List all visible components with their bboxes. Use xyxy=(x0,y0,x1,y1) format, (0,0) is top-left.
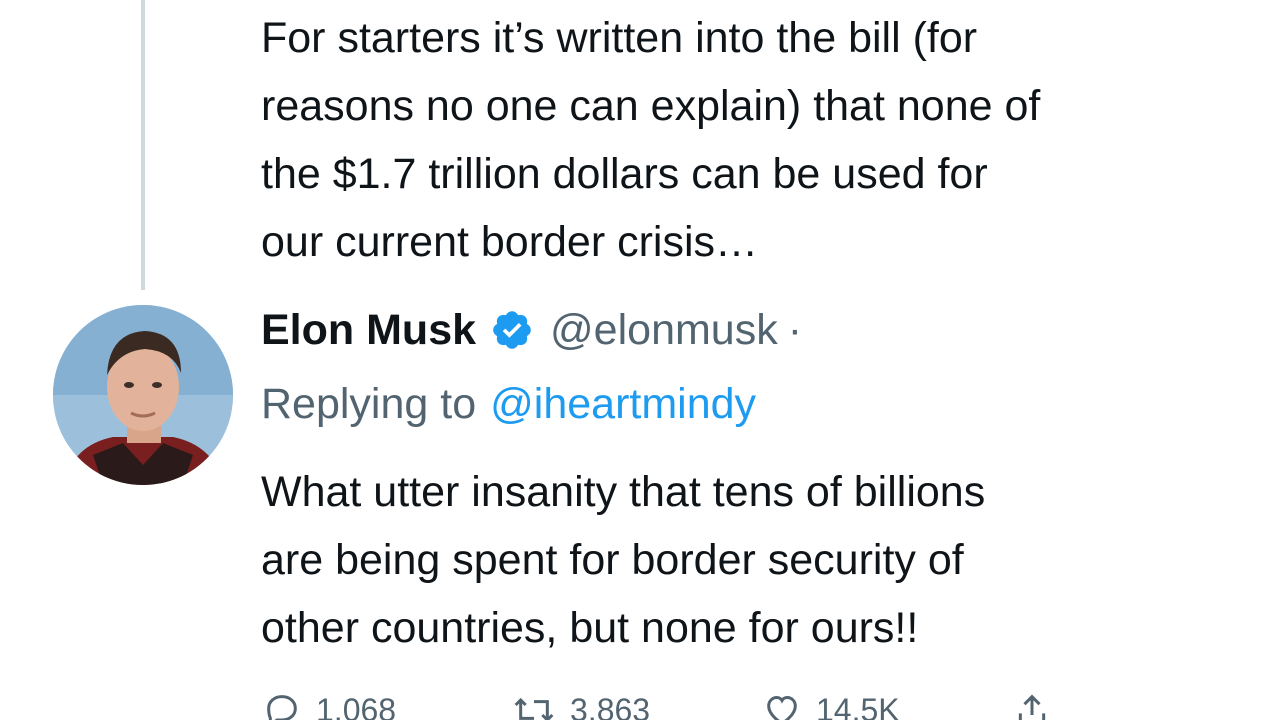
tweet-text: What utter insanity that tens of billion… xyxy=(261,468,986,652)
author-handle[interactable]: @elonmusk xyxy=(550,306,778,355)
tweet-header: Elon Musk @elonmusk · xyxy=(261,296,802,364)
reply-count: 1,068 xyxy=(316,691,397,720)
tweet-thread-view: For starters it’s written into the bill … xyxy=(0,0,1280,720)
replying-to-line: Replying to @iheartmindy xyxy=(261,370,756,438)
replying-to-label: Replying to xyxy=(261,379,477,428)
author-display-name[interactable]: Elon Musk xyxy=(261,306,476,355)
retweet-button[interactable]: 3,863 xyxy=(512,690,762,720)
reply-icon xyxy=(267,695,297,720)
avatar[interactable] xyxy=(53,305,233,485)
like-button[interactable]: 14.5K xyxy=(762,690,1012,720)
heart-icon xyxy=(767,695,797,720)
like-count: 14.5K xyxy=(816,691,900,720)
tweet-actions: 1,068 3,863 14.5K xyxy=(262,690,1052,720)
thread-connector-line xyxy=(141,0,145,290)
share-button[interactable] xyxy=(1012,690,1052,720)
header-separator: · xyxy=(787,305,803,354)
verified-badge-icon xyxy=(490,308,534,352)
avatar-image xyxy=(53,305,233,485)
reply-mention-link[interactable]: @iheartmindy xyxy=(490,380,756,429)
retweet-icon xyxy=(514,697,554,720)
reply-button[interactable]: 1,068 xyxy=(262,690,512,720)
previous-tweet-text: For starters it’s written into the bill … xyxy=(261,14,1041,266)
share-icon xyxy=(1018,694,1046,720)
retweet-count: 3,863 xyxy=(570,691,651,720)
